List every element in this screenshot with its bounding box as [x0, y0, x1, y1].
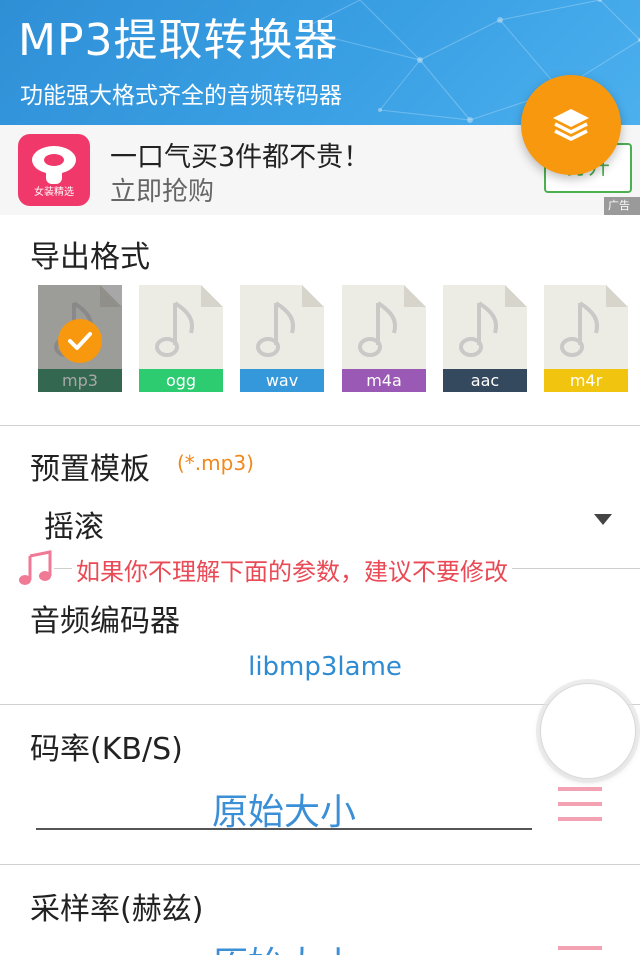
format-tile-m4r[interactable]: m4r: [544, 285, 628, 392]
samplerate-label: 采样率(赫兹): [30, 892, 204, 927]
samplerate-value-field[interactable]: 原始大小: [36, 936, 532, 955]
preset-select-value[interactable]: 摇滚: [44, 502, 104, 546]
audio-file-icon: [139, 285, 223, 369]
audio-file-icon: [443, 285, 527, 369]
ad-subtitle: 立即抢购: [110, 177, 215, 207]
format-label: m4r: [544, 369, 628, 392]
audio-file-icon: [240, 285, 324, 369]
samplerate-menu-icon[interactable]: [558, 944, 602, 955]
format-label: aac: [443, 369, 527, 392]
format-tile-ogg[interactable]: ogg: [139, 285, 223, 392]
ad-logo: 女装精选: [18, 134, 90, 206]
divider: [0, 425, 640, 426]
audio-file-icon: [544, 285, 628, 369]
preset-template-note: (*.mp3): [177, 451, 254, 475]
app-subtitle: 功能强大格式齐全的音频转码器: [20, 83, 342, 109]
layers-fab-button[interactable]: [521, 75, 621, 175]
divider: [0, 864, 640, 865]
audio-codec-label: 音频编码器: [30, 604, 180, 639]
ad-title: 一口气买3件都不贵！: [110, 142, 371, 173]
dropdown-arrow-icon[interactable]: [594, 514, 612, 525]
ad-tag: 广告: [604, 197, 640, 215]
layers-icon: [553, 109, 589, 141]
format-tile-m4a[interactable]: m4a: [342, 285, 426, 392]
preset-template-label: 预置模板: [30, 452, 150, 487]
format-tile-mp3[interactable]: mp3: [38, 285, 122, 392]
music-note-icon: [18, 548, 54, 588]
format-label: ogg: [139, 369, 223, 392]
divider: [0, 704, 640, 705]
warning-text: 如果你不理解下面的参数，建议不要修改: [72, 552, 512, 587]
bitrate-underline: [36, 828, 532, 830]
bitrate-menu-icon[interactable]: [558, 785, 602, 823]
warning-row: 如果你不理解下面的参数，建议不要修改: [18, 548, 640, 588]
ad-logo-text: 女装精选: [34, 187, 74, 198]
check-icon: [58, 319, 102, 363]
format-label: wav: [240, 369, 324, 392]
app-title: MP3提取转换器: [18, 15, 339, 66]
floating-assistive-button[interactable]: [540, 683, 636, 779]
format-tile-wav[interactable]: wav: [240, 285, 324, 392]
format-tile-aac[interactable]: aac: [443, 285, 527, 392]
export-format-label: 导出格式: [30, 240, 150, 275]
bitrate-label: 码率(KB/S): [30, 732, 183, 767]
audio-file-icon: [342, 285, 426, 369]
format-label: m4a: [342, 369, 426, 392]
audio-codec-value: libmp3lame: [248, 652, 402, 682]
